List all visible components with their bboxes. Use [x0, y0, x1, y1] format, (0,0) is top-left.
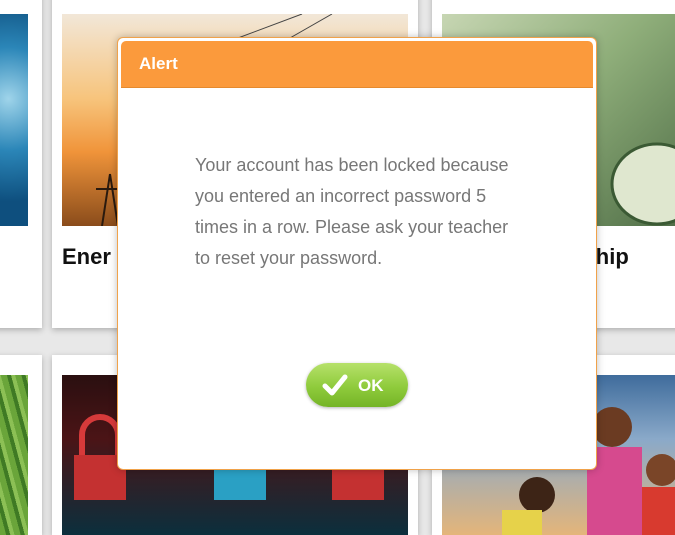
ok-label: OK [358, 376, 384, 395]
energy-card-title: Ener [62, 244, 111, 269]
beans-thumbnail [0, 375, 28, 535]
water-thumbnail [0, 14, 28, 226]
course-card-water[interactable] [0, 0, 42, 328]
ok-button[interactable]: OK [306, 363, 408, 407]
check-icon [322, 374, 348, 396]
dialog-message: Your account has been locked because you… [195, 155, 509, 268]
alert-dialog: Alert Your account has been locked becau… [117, 37, 597, 470]
dialog-header: Alert [121, 41, 593, 88]
dialog-title: Alert [139, 54, 178, 73]
course-card-beans[interactable] [0, 355, 42, 535]
